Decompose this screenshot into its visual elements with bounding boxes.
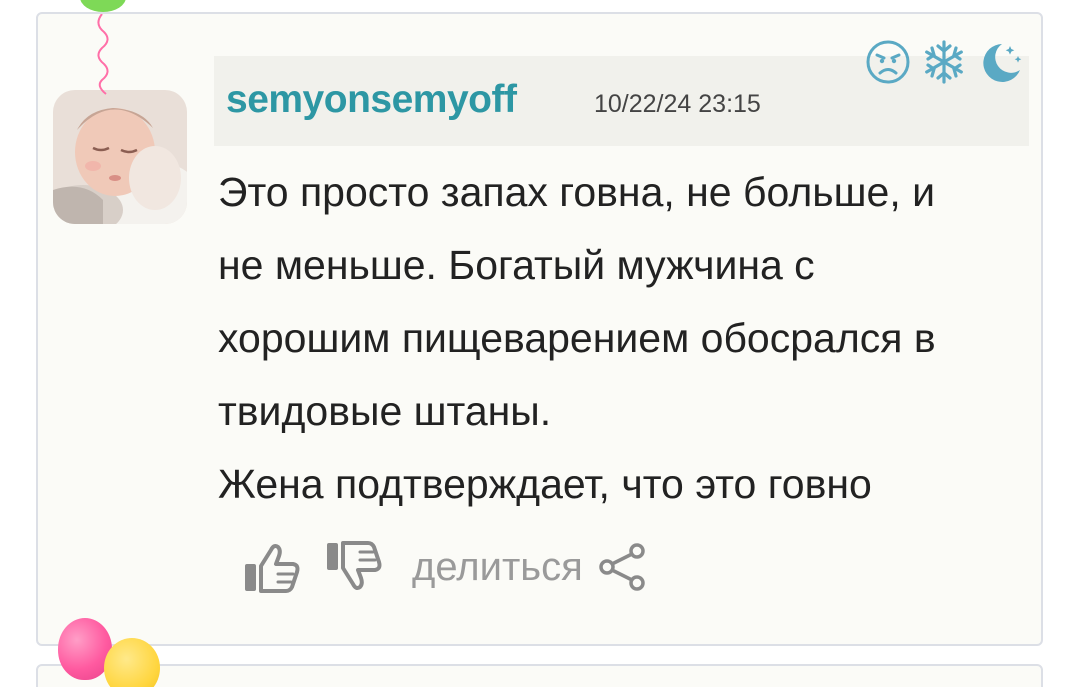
comment-card: semyonsemyoff 10/22/24 23:15 Это просто … bbox=[36, 12, 1043, 646]
comments-screen: semyonsemyoff 10/22/24 23:15 Это просто … bbox=[0, 0, 1080, 687]
next-comment-card bbox=[36, 664, 1043, 687]
share-button[interactable]: делиться bbox=[412, 545, 583, 590]
green-balloon-decoration bbox=[80, 0, 126, 12]
balloon-string-decoration bbox=[97, 14, 109, 95]
avatar[interactable] bbox=[53, 90, 187, 224]
thumbs-down-icon[interactable] bbox=[324, 540, 384, 594]
comment-timestamp: 10/22/24 23:15 bbox=[594, 90, 761, 118]
comment-line: Это просто запах говна, не больше, и bbox=[218, 169, 936, 215]
thumbs-up-icon[interactable] bbox=[242, 540, 302, 594]
comment-actions: делиться bbox=[242, 540, 649, 594]
snowflake-icon bbox=[925, 40, 963, 84]
angry-face-icon bbox=[866, 40, 910, 84]
comment-line: твидовые штаны. bbox=[218, 388, 552, 434]
comment-line: хорошим пищеварением обосрался в bbox=[218, 315, 936, 361]
comment-line: Жена подтверждает, что это говно bbox=[218, 461, 872, 507]
share-icon[interactable] bbox=[597, 541, 649, 593]
username-link[interactable]: semyonsemyoff bbox=[226, 78, 517, 122]
comment-line: не меньше. Богатый мужчина с bbox=[218, 242, 815, 288]
comment-body: Это просто запах говна, не больше, и не … bbox=[218, 156, 1028, 521]
moon-stars-icon bbox=[983, 44, 1022, 82]
user-badges bbox=[864, 38, 1024, 86]
